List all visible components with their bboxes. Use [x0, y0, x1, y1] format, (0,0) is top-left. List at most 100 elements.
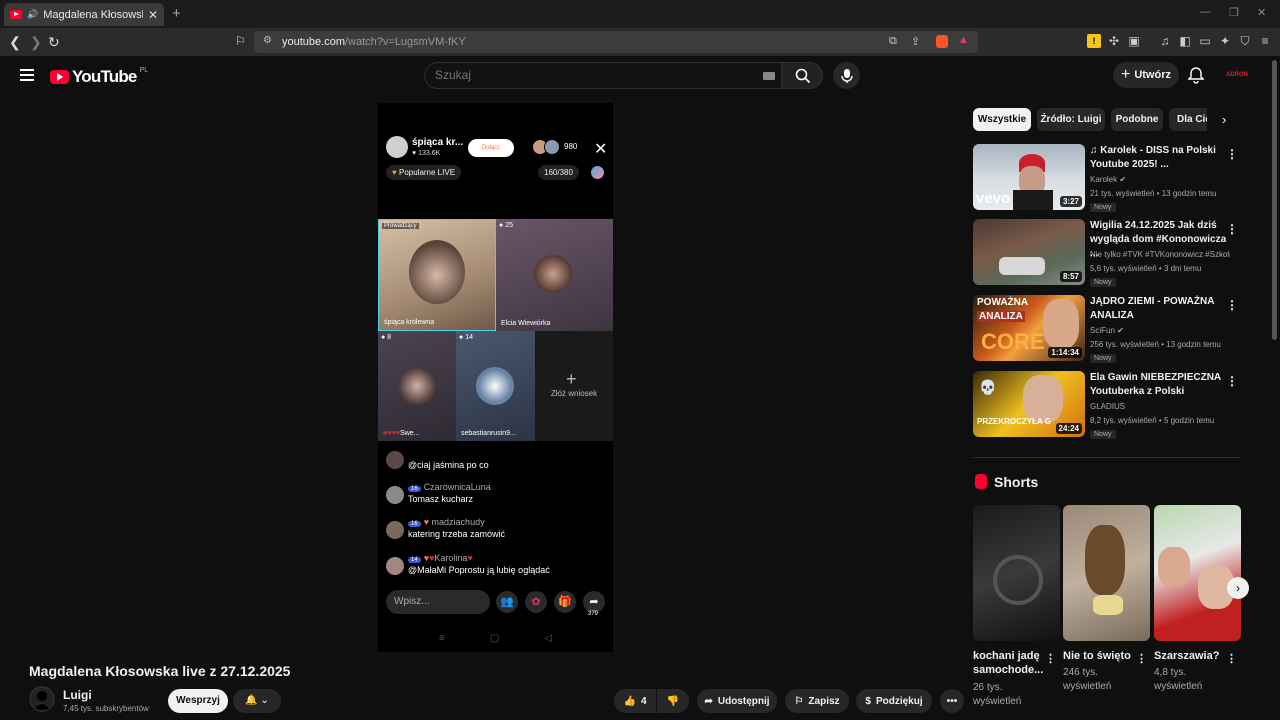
thanks-button[interactable]: $ Podziękuj [856, 689, 932, 713]
more-icon[interactable]: ⋮ [1226, 298, 1238, 312]
more-icon[interactable]: ⋮ [1136, 652, 1147, 665]
guests-icon[interactable]: 👥 [496, 591, 518, 613]
bookmark-icon[interactable]: ⚐ [235, 34, 246, 48]
channel-name[interactable]: Luigi [63, 688, 92, 702]
address-bar[interactable]: ⚙ youtube.com/watch?v=LugsmVM-fKY ⧉ ⇪ ▲ [254, 31, 978, 53]
chip-for-you[interactable]: Dla Cie [1169, 108, 1207, 131]
chat-text: katering trzeba zamówić [408, 529, 506, 539]
recommendation-item[interactable]: 8:57 Wigilia 24.12.2025 Jak dziś wygląda… [973, 219, 1241, 287]
reload-icon[interactable]: ↻ [48, 34, 60, 51]
more-icon[interactable]: ⋮ [1226, 147, 1238, 161]
keyboard-icon[interactable] [763, 72, 775, 80]
close-stream-icon[interactable]: ✕ [594, 139, 607, 159]
browser-tab[interactable]: 🔊 Magdalena Kłosowska live z 2… ✕ [4, 3, 164, 26]
menu-icon[interactable]: ≡ [1258, 34, 1272, 48]
video-player[interactable]: śpiąca kr... ♥ 133.6K Dołącz 980 ✕ ♥ Pop… [378, 103, 613, 652]
close-tab-icon[interactable]: ✕ [148, 8, 158, 22]
brave-shields-icon[interactable] [936, 35, 948, 48]
wallet-icon[interactable]: ▭ [1198, 34, 1212, 48]
recommendation-item[interactable]: vevo 3:27 ♫ Karolek - DISS na Polski You… [973, 144, 1241, 212]
rose-gift-icon[interactable]: ✿ [525, 591, 547, 613]
chat-input[interactable]: Wpisz... [386, 590, 490, 614]
short-thumbnail[interactable] [973, 505, 1060, 641]
short-title[interactable]: Nie to święto [1063, 649, 1133, 663]
audio-icon[interactable]: 🔊 [27, 9, 38, 20]
extension-icon[interactable]: ! [1087, 34, 1101, 48]
vpn-icon[interactable]: ⛉ [1238, 34, 1252, 48]
channel-avatar-icon [29, 686, 55, 712]
shorts-next-icon[interactable]: › [1227, 577, 1249, 599]
minimize-icon[interactable]: — [1200, 6, 1211, 18]
sidebar-icon[interactable]: ◧ [1178, 34, 1192, 48]
puzzle-extensions-icon[interactable]: ✣ [1107, 34, 1121, 48]
more-icon[interactable]: ⋮ [1045, 652, 1056, 665]
gift-icon[interactable]: 🎁 [554, 591, 576, 613]
account-avatar[interactable]: ADRON [1224, 63, 1250, 87]
rec-title: ♫ Karolek - DISS na Polski Youtube 2025!… [1090, 145, 1216, 170]
participant-tile[interactable]: ● 25 Elcia Wiewiórka [496, 219, 613, 331]
scrollbar[interactable] [1272, 60, 1277, 340]
share-page-icon[interactable]: ⇪ [911, 35, 920, 48]
maximize-icon[interactable]: ❐ [1229, 6, 1239, 19]
participant-tile[interactable]: ● 14 sebastianrusin9... [456, 331, 535, 441]
short-thumbnail[interactable] [1154, 505, 1241, 641]
vevo-logo: vevo [976, 190, 1011, 207]
rec-title: JĄDRO ZIEMI - POWAŻNA ANALIZA [1090, 296, 1215, 321]
search-box[interactable] [424, 62, 781, 89]
open-in-app-icon[interactable]: ⧉ [889, 35, 897, 48]
back-icon[interactable]: ❮ [9, 34, 21, 51]
recommendation-item[interactable]: 💀 PRZEKROCZYŁA G 24:24 Ela Gawin NIEBEZP… [973, 371, 1241, 439]
popular-live-badge[interactable]: ♥ Popularne LIVE [386, 165, 462, 180]
new-tab-icon[interactable]: + [172, 5, 181, 22]
rec-meta: 5,6 tys. wyświetleń • 3 dni temu [1090, 264, 1202, 273]
participant-video [409, 240, 465, 304]
create-button[interactable]: + Utwórz [1113, 62, 1179, 88]
leo-ai-icon[interactable]: ✦ [1218, 34, 1232, 48]
more-icon[interactable]: ⋮ [1226, 374, 1238, 388]
more-icon[interactable]: ⋮ [1226, 222, 1238, 236]
join-button[interactable]: Dołącz [468, 139, 514, 157]
media-icon[interactable]: ♫ [1158, 34, 1172, 48]
screenshot-icon[interactable]: ▣ [1127, 34, 1141, 48]
dislike-button[interactable]: 👎 [657, 689, 689, 713]
share-stream-button[interactable]: ➦ 379 [583, 591, 605, 617]
short-thumbnail[interactable] [1063, 505, 1150, 641]
plus-icon: + [1120, 66, 1131, 83]
chips-next-icon[interactable]: › [1222, 112, 1226, 127]
url-text: youtube.com/watch?v=LugsmVM-fKY [282, 36, 466, 48]
close-window-icon[interactable]: ✕ [1257, 6, 1266, 19]
search-input[interactable] [435, 68, 735, 82]
short-title[interactable]: kochani jadę samochode... [973, 649, 1043, 677]
chip-related[interactable]: Podobne [1111, 108, 1163, 131]
support-button[interactable]: Wesprzyj [168, 689, 228, 713]
youtube-logo[interactable]: YouTube PL [50, 67, 148, 87]
participant-tile-host[interactable]: Prowadzący śpiąca królewna [378, 219, 496, 331]
recommendation-item[interactable]: POWAŻNA ANALIZA CORE 1:14:34 JĄDRO ZIEMI… [973, 295, 1241, 363]
short-title[interactable]: Szarszawia? [1154, 649, 1224, 663]
channel-avatar[interactable] [29, 686, 55, 712]
request-to-join-tile[interactable]: + Złóż wniosek [535, 331, 613, 441]
subscriber-count: 7,45 tys. subskrybentów [63, 704, 149, 713]
brave-rewards-icon[interactable]: ▲ [958, 34, 969, 46]
participant-badge: ● 14 [459, 334, 473, 341]
voice-search-button[interactable] [833, 62, 860, 89]
level-counter[interactable]: 160/380 [538, 165, 579, 180]
gift-ranking-icon[interactable] [591, 166, 604, 179]
chip-all[interactable]: Wszystkie [973, 108, 1031, 131]
more-icon[interactable]: ⋮ [1226, 652, 1237, 665]
notifications-button[interactable] [1187, 66, 1205, 87]
chip-from-channel[interactable]: Źródło: Luigi [1037, 108, 1105, 131]
site-settings-icon[interactable]: ⚙ [263, 35, 272, 46]
host-avatar[interactable] [386, 136, 408, 158]
participant-tile[interactable]: ● 8 ♣♥♥♥Swe... [378, 331, 456, 441]
like-button[interactable]: 👍 4 [614, 689, 656, 713]
search-button[interactable] [781, 62, 823, 89]
subscription-bell-button[interactable]: 🔔 ⌄ [233, 689, 281, 713]
save-button[interactable]: ⚐ Zapisz [785, 689, 849, 713]
share-button[interactable]: ➦ Udostępnij [697, 689, 777, 713]
hamburger-menu-icon[interactable] [20, 69, 34, 84]
more-actions-button[interactable]: ••• [940, 689, 964, 713]
forward-icon[interactable]: ❯ [30, 34, 42, 51]
viewer-count: 980 [564, 142, 578, 151]
thumb-caption: CORE [981, 329, 1045, 354]
